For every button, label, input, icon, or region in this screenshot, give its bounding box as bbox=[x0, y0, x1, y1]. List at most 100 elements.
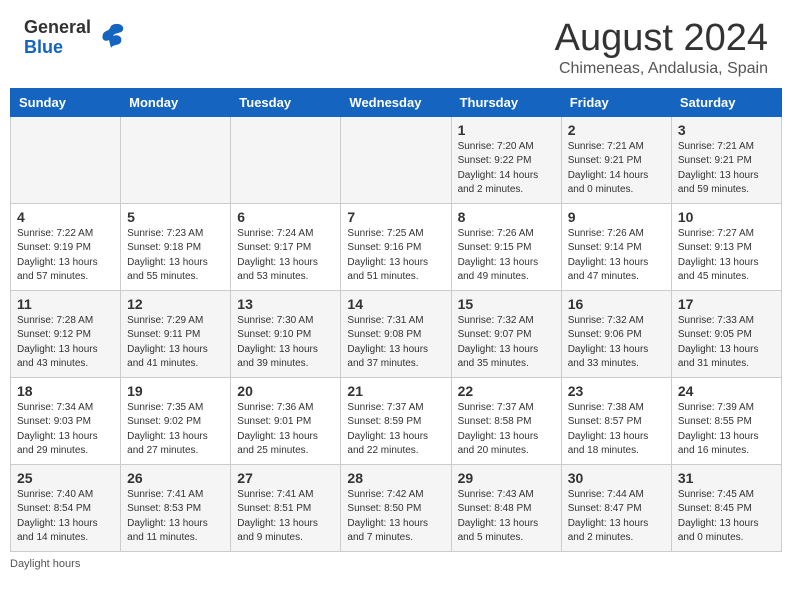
footer-daylight: Daylight hours bbox=[0, 552, 792, 576]
calendar-cell: 24 Sunrise: 7:39 AM Sunset: 8:55 PM Dayli… bbox=[671, 377, 781, 464]
day-info: Sunrise: 7:42 AM Sunset: 8:50 PM Dayligh… bbox=[347, 488, 444, 546]
logo-bird-icon bbox=[93, 20, 129, 56]
day-info: Sunrise: 7:28 AM Sunset: 9:12 PM Dayligh… bbox=[17, 314, 114, 372]
day-number: 22 bbox=[458, 383, 555, 399]
day-number: 13 bbox=[237, 296, 334, 312]
day-info: Sunrise: 7:34 AM Sunset: 9:03 PM Dayligh… bbox=[17, 401, 114, 459]
calendar-day-header: Saturday bbox=[671, 88, 781, 116]
calendar-cell bbox=[231, 116, 341, 203]
calendar-cell: 31 Sunrise: 7:45 AM Sunset: 8:45 PM Dayli… bbox=[671, 464, 781, 551]
day-info: Sunrise: 7:37 AM Sunset: 8:59 PM Dayligh… bbox=[347, 401, 444, 459]
day-info: Sunrise: 7:26 AM Sunset: 9:14 PM Dayligh… bbox=[568, 227, 665, 285]
day-info: Sunrise: 7:33 AM Sunset: 9:05 PM Dayligh… bbox=[678, 314, 775, 372]
day-info: Sunrise: 7:41 AM Sunset: 8:51 PM Dayligh… bbox=[237, 488, 334, 546]
page-header: General Blue August 2024 Chimeneas, Anda… bbox=[0, 0, 792, 88]
day-number: 27 bbox=[237, 470, 334, 486]
day-info: Sunrise: 7:31 AM Sunset: 9:08 PM Dayligh… bbox=[347, 314, 444, 372]
calendar-day-header: Monday bbox=[121, 88, 231, 116]
day-info: Sunrise: 7:44 AM Sunset: 8:47 PM Dayligh… bbox=[568, 488, 665, 546]
day-info: Sunrise: 7:37 AM Sunset: 8:58 PM Dayligh… bbox=[458, 401, 555, 459]
calendar-cell: 26 Sunrise: 7:41 AM Sunset: 8:53 PM Dayli… bbox=[121, 464, 231, 551]
day-number: 17 bbox=[678, 296, 775, 312]
day-number: 2 bbox=[568, 122, 665, 138]
calendar-cell bbox=[121, 116, 231, 203]
day-number: 20 bbox=[237, 383, 334, 399]
day-number: 16 bbox=[568, 296, 665, 312]
day-number: 31 bbox=[678, 470, 775, 486]
day-info: Sunrise: 7:26 AM Sunset: 9:15 PM Dayligh… bbox=[458, 227, 555, 285]
day-number: 29 bbox=[458, 470, 555, 486]
day-number: 23 bbox=[568, 383, 665, 399]
calendar-cell: 3 Sunrise: 7:21 AM Sunset: 9:21 PM Daylig… bbox=[671, 116, 781, 203]
calendar-cell: 13 Sunrise: 7:30 AM Sunset: 9:10 PM Dayli… bbox=[231, 290, 341, 377]
calendar-cell: 20 Sunrise: 7:36 AM Sunset: 9:01 PM Dayli… bbox=[231, 377, 341, 464]
day-info: Sunrise: 7:40 AM Sunset: 8:54 PM Dayligh… bbox=[17, 488, 114, 546]
day-number: 3 bbox=[678, 122, 775, 138]
calendar-cell: 4 Sunrise: 7:22 AM Sunset: 9:19 PM Daylig… bbox=[11, 203, 121, 290]
day-number: 30 bbox=[568, 470, 665, 486]
day-number: 21 bbox=[347, 383, 444, 399]
footer-text: Daylight hours bbox=[10, 558, 80, 570]
logo-blue: Blue bbox=[24, 38, 91, 58]
day-number: 14 bbox=[347, 296, 444, 312]
logo-text: General Blue bbox=[24, 18, 91, 58]
day-number: 11 bbox=[17, 296, 114, 312]
day-number: 12 bbox=[127, 296, 224, 312]
day-info: Sunrise: 7:20 AM Sunset: 9:22 PM Dayligh… bbox=[458, 140, 555, 198]
day-number: 25 bbox=[17, 470, 114, 486]
calendar-cell: 17 Sunrise: 7:33 AM Sunset: 9:05 PM Dayli… bbox=[671, 290, 781, 377]
calendar-cell: 15 Sunrise: 7:32 AM Sunset: 9:07 PM Dayli… bbox=[451, 290, 561, 377]
calendar-cell: 25 Sunrise: 7:40 AM Sunset: 8:54 PM Dayli… bbox=[11, 464, 121, 551]
day-number: 6 bbox=[237, 209, 334, 225]
calendar-cell: 18 Sunrise: 7:34 AM Sunset: 9:03 PM Dayli… bbox=[11, 377, 121, 464]
day-info: Sunrise: 7:38 AM Sunset: 8:57 PM Dayligh… bbox=[568, 401, 665, 459]
calendar-cell: 6 Sunrise: 7:24 AM Sunset: 9:17 PM Daylig… bbox=[231, 203, 341, 290]
day-info: Sunrise: 7:23 AM Sunset: 9:18 PM Dayligh… bbox=[127, 227, 224, 285]
day-info: Sunrise: 7:30 AM Sunset: 9:10 PM Dayligh… bbox=[237, 314, 334, 372]
day-info: Sunrise: 7:29 AM Sunset: 9:11 PM Dayligh… bbox=[127, 314, 224, 372]
day-number: 15 bbox=[458, 296, 555, 312]
calendar-day-header: Friday bbox=[561, 88, 671, 116]
calendar-cell: 2 Sunrise: 7:21 AM Sunset: 9:21 PM Daylig… bbox=[561, 116, 671, 203]
calendar-cell: 21 Sunrise: 7:37 AM Sunset: 8:59 PM Dayli… bbox=[341, 377, 451, 464]
logo-general: General bbox=[24, 18, 91, 38]
day-info: Sunrise: 7:32 AM Sunset: 9:07 PM Dayligh… bbox=[458, 314, 555, 372]
day-info: Sunrise: 7:21 AM Sunset: 9:21 PM Dayligh… bbox=[568, 140, 665, 198]
day-info: Sunrise: 7:22 AM Sunset: 9:19 PM Dayligh… bbox=[17, 227, 114, 285]
day-info: Sunrise: 7:36 AM Sunset: 9:01 PM Dayligh… bbox=[237, 401, 334, 459]
day-number: 9 bbox=[568, 209, 665, 225]
calendar-cell: 7Sunrise: 7:25 AM Sunset: 9:16 PM Daylig… bbox=[341, 203, 451, 290]
day-info: Sunrise: 7:43 AM Sunset: 8:48 PM Dayligh… bbox=[458, 488, 555, 546]
calendar-day-header: Thursday bbox=[451, 88, 561, 116]
subtitle: Chimeneas, Andalusia, Spain bbox=[555, 60, 768, 78]
calendar-cell: 29 Sunrise: 7:43 AM Sunset: 8:48 PM Dayli… bbox=[451, 464, 561, 551]
day-info: Sunrise: 7:21 AM Sunset: 9:21 PM Dayligh… bbox=[678, 140, 775, 198]
main-title: August 2024 bbox=[555, 18, 768, 60]
calendar-cell: 30 Sunrise: 7:44 AM Sunset: 8:47 PM Dayli… bbox=[561, 464, 671, 551]
day-number: 4 bbox=[17, 209, 114, 225]
day-number: 26 bbox=[127, 470, 224, 486]
calendar-cell: 27 Sunrise: 7:41 AM Sunset: 8:51 PM Dayli… bbox=[231, 464, 341, 551]
day-number: 1 bbox=[458, 122, 555, 138]
day-number: 7 bbox=[347, 209, 444, 225]
day-info: Sunrise: 7:39 AM Sunset: 8:55 PM Dayligh… bbox=[678, 401, 775, 459]
calendar-cell bbox=[341, 116, 451, 203]
calendar-cell: 11 Sunrise: 7:28 AM Sunset: 9:12 PM Dayli… bbox=[11, 290, 121, 377]
day-info: Sunrise: 7:45 AM Sunset: 8:45 PM Dayligh… bbox=[678, 488, 775, 546]
calendar-day-header: Sunday bbox=[11, 88, 121, 116]
day-info: Sunrise: 7:32 AM Sunset: 9:06 PM Dayligh… bbox=[568, 314, 665, 372]
calendar-cell: 12 Sunrise: 7:29 AM Sunset: 9:11 PM Dayli… bbox=[121, 290, 231, 377]
calendar-cell: 22 Sunrise: 7:37 AM Sunset: 8:58 PM Dayli… bbox=[451, 377, 561, 464]
calendar-cell bbox=[11, 116, 121, 203]
day-number: 5 bbox=[127, 209, 224, 225]
title-block: August 2024 Chimeneas, Andalusia, Spain bbox=[555, 18, 768, 78]
day-info: Sunrise: 7:27 AM Sunset: 9:13 PM Dayligh… bbox=[678, 227, 775, 285]
day-info: Sunrise: 7:24 AM Sunset: 9:17 PM Dayligh… bbox=[237, 227, 334, 285]
day-info: Sunrise: 7:41 AM Sunset: 8:53 PM Dayligh… bbox=[127, 488, 224, 546]
day-number: 19 bbox=[127, 383, 224, 399]
day-number: 18 bbox=[17, 383, 114, 399]
calendar-day-header: Wednesday bbox=[341, 88, 451, 116]
day-number: 10 bbox=[678, 209, 775, 225]
logo: General Blue bbox=[24, 18, 129, 58]
day-number: 24 bbox=[678, 383, 775, 399]
